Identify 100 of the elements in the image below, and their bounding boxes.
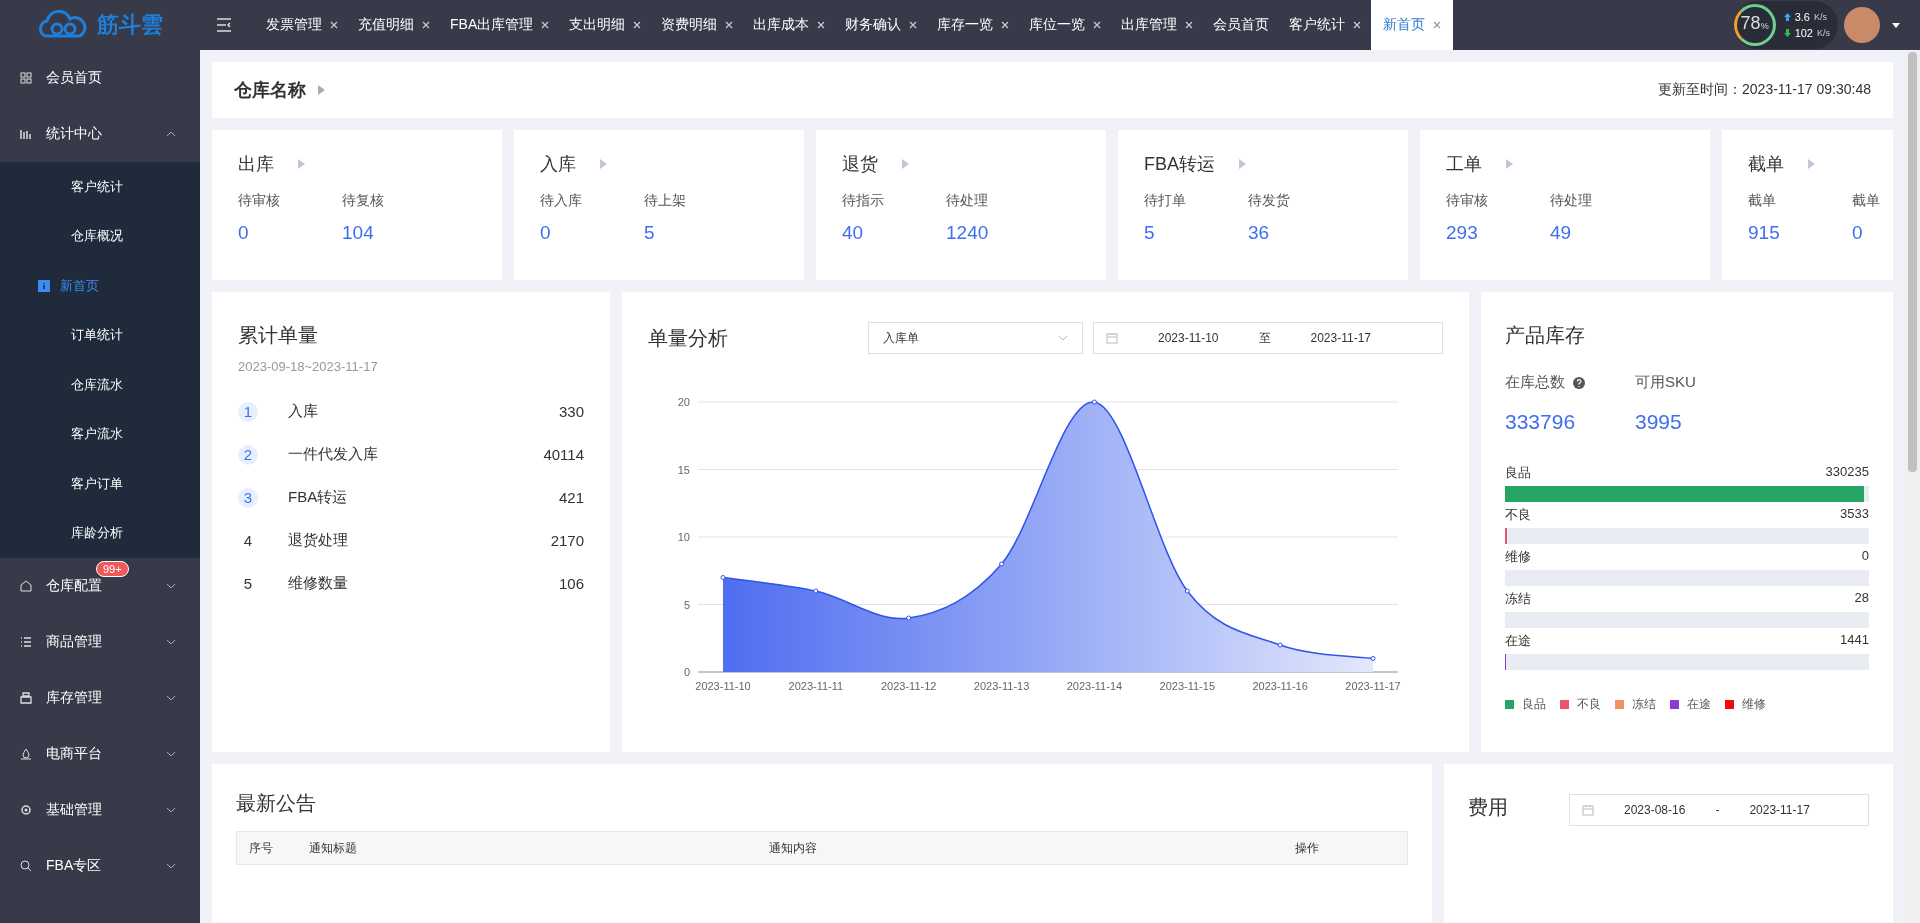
sidebar-item[interactable]: 会员首页 <box>0 50 200 106</box>
submenu-item[interactable]: 客户统计 <box>0 162 200 212</box>
metric-value[interactable]: 915 <box>1748 222 1806 244</box>
tab[interactable]: 会员首页 <box>1203 0 1280 50</box>
bar-label: 冻结 <box>1505 590 1531 608</box>
metric-value[interactable]: 49 <box>1550 222 1608 244</box>
tab-label: 充值明细 <box>358 16 414 34</box>
close-icon[interactable] <box>1353 21 1362 29</box>
metric-value[interactable]: 40 <box>842 222 900 244</box>
tab-label: 库存一览 <box>937 16 994 34</box>
type-select[interactable]: 入库单 <box>868 322 1083 354</box>
stat-title: 出库 <box>238 153 274 176</box>
sidebar-item[interactable]: 库存管理 <box>0 670 200 726</box>
stat-title: 退货 <box>842 153 878 176</box>
column-header: 通知内容 <box>769 839 818 857</box>
tab[interactable]: 充值明细 <box>348 0 440 50</box>
submenu-item[interactable]: 客户订单 <box>0 459 200 509</box>
row-value: 421 <box>558 489 584 506</box>
y-tick-label: 10 <box>677 531 690 543</box>
data-point[interactable] <box>906 615 912 621</box>
tab[interactable]: 库位一览 <box>1019 0 1112 50</box>
x-tick-label: 2023-11-14 <box>1066 680 1123 692</box>
tab[interactable]: 客户统计 <box>1279 0 1372 50</box>
sidebar-item[interactable]: 商品管理 <box>0 614 200 670</box>
bar-label: 维修 <box>1505 548 1531 566</box>
close-icon[interactable] <box>1185 21 1194 29</box>
row-label: FBA转运 <box>288 488 349 507</box>
metric-value[interactable]: 104 <box>342 222 400 244</box>
y-tick-label: 5 <box>683 598 690 611</box>
caret-icon[interactable] <box>1892 22 1900 28</box>
close-icon[interactable] <box>330 21 338 29</box>
tab-label: 出库成本 <box>753 16 810 34</box>
data-point[interactable] <box>1370 656 1376 661</box>
tab[interactable]: FBA出库管理 <box>440 0 560 50</box>
usage-percent: 78 <box>1740 13 1761 34</box>
close-icon[interactable] <box>817 21 826 29</box>
sidebar-item[interactable]: 统计中心 <box>0 106 200 162</box>
range-separator: - <box>1715 803 1720 817</box>
metric-label: 待发货 <box>1248 192 1291 210</box>
submenu-item[interactable]: 库龄分析 <box>0 508 200 558</box>
legend-label: 维修 <box>1742 696 1766 713</box>
help-icon[interactable] <box>1573 376 1585 389</box>
data-point[interactable] <box>1184 588 1190 594</box>
date-range-picker[interactable]: 2023-08-16 - 2023-11-17 <box>1569 794 1869 826</box>
menu-icon[interactable] <box>216 18 232 32</box>
data-point[interactable] <box>1091 399 1097 405</box>
submenu-item[interactable]: 客户流水 <box>0 409 200 459</box>
chevron-icon <box>166 639 176 645</box>
scrollbar[interactable] <box>1905 50 1920 923</box>
tab-label: 资费明细 <box>661 16 718 34</box>
scrollbar-thumb[interactable] <box>1908 52 1917 472</box>
metric-value[interactable]: 5 <box>1144 222 1202 244</box>
data-point[interactable] <box>999 561 1005 567</box>
stat-value: 333796 <box>1505 410 1577 434</box>
sidebar-item[interactable]: 电商平台 <box>0 726 200 782</box>
metric-value[interactable]: 0 <box>540 222 598 244</box>
chevron-icon <box>1058 335 1068 341</box>
sidebar-item[interactable]: FBA专区 <box>0 838 200 894</box>
metric-value[interactable]: 5 <box>644 222 702 244</box>
data-point[interactable] <box>813 588 819 594</box>
sidebar-item[interactable]: 基础管理 <box>0 782 200 838</box>
avatar[interactable] <box>1844 7 1880 43</box>
submenu-item[interactable]: 订单统计 <box>0 310 200 360</box>
range-separator: 至 <box>1258 329 1271 347</box>
tab[interactable]: 资费明细 <box>651 0 744 50</box>
tab[interactable]: 新首页 <box>1371 0 1454 50</box>
sidebar-item[interactable]: 仓库配置 99+ <box>0 558 200 614</box>
legend-label: 在途 <box>1687 696 1711 713</box>
tab[interactable]: 财务确认 <box>835 0 928 50</box>
metric-value[interactable]: 1240 <box>946 222 1004 244</box>
close-icon[interactable] <box>422 21 430 29</box>
x-tick-label: 2023-11-16 <box>1252 680 1308 692</box>
tab[interactable]: 出库成本 <box>743 0 836 50</box>
submenu-item[interactable]: 仓库概况 <box>0 211 200 261</box>
close-icon[interactable] <box>725 21 734 29</box>
tab[interactable]: 库存一览 <box>927 0 1020 50</box>
data-point[interactable] <box>1277 642 1283 648</box>
metric-value[interactable]: 36 <box>1248 222 1306 244</box>
drop-icon <box>20 748 32 760</box>
close-icon[interactable] <box>1001 21 1010 29</box>
metric-value[interactable]: 0 <box>1852 222 1893 244</box>
date-range-picker[interactable]: 2023-11-10 至 2023-11-17 <box>1093 322 1443 354</box>
close-icon[interactable] <box>1093 21 1102 29</box>
data-point[interactable] <box>720 575 726 580</box>
close-icon[interactable] <box>633 21 642 29</box>
tab[interactable]: 发票管理 <box>256 0 348 50</box>
tab[interactable]: 出库管理 <box>1111 0 1204 50</box>
close-icon[interactable] <box>909 21 918 29</box>
submenu-item[interactable]: 仓库流水 <box>0 360 200 410</box>
y-tick-label: 20 <box>677 396 690 408</box>
metric-value[interactable]: 293 <box>1446 222 1504 244</box>
rank-number: 3 <box>238 487 258 508</box>
calendar-icon <box>1106 332 1118 344</box>
close-icon[interactable] <box>541 21 550 29</box>
y-tick-label: 15 <box>677 463 690 476</box>
metric-value[interactable]: 0 <box>238 222 296 244</box>
submenu-item[interactable]: 新首页 <box>0 261 200 311</box>
brand-name: 筋斗雲 <box>97 11 163 39</box>
box-icon <box>20 692 32 704</box>
tab[interactable]: 支出明细 <box>559 0 652 50</box>
